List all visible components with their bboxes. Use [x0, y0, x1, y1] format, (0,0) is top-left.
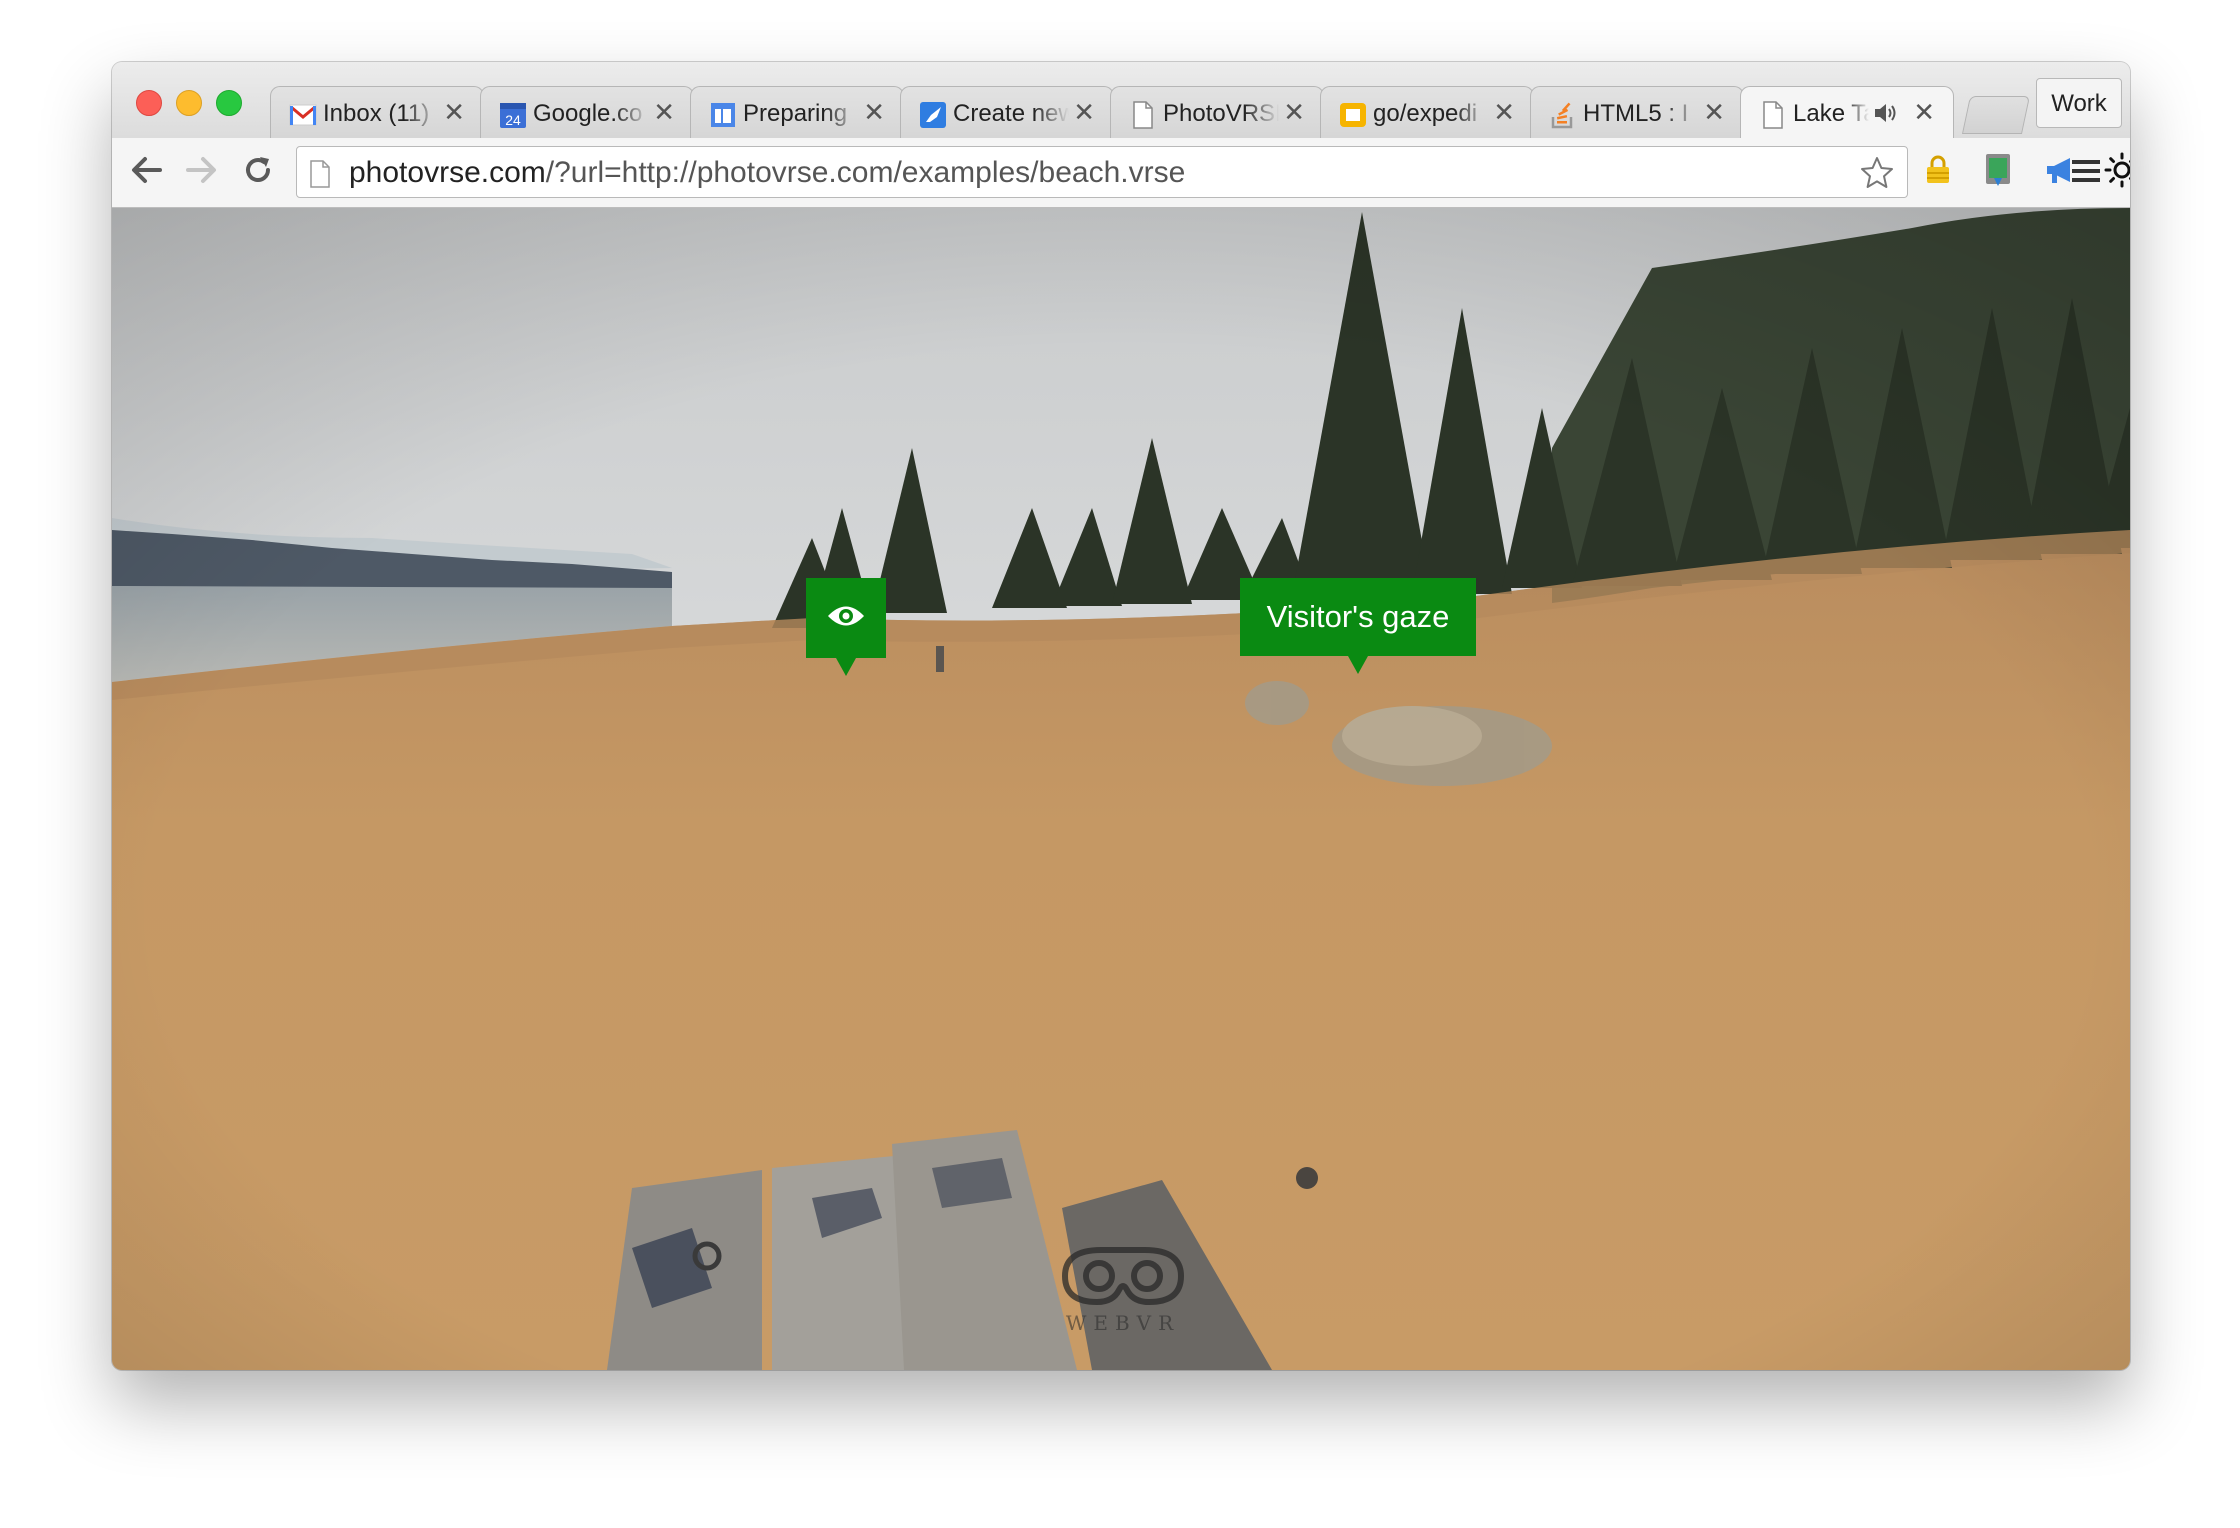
tab-close-button[interactable]: ✕: [443, 97, 465, 127]
close-window-button[interactable]: [136, 90, 162, 116]
profile-button[interactable]: Work: [2036, 78, 2122, 128]
extension-screenshot-button[interactable]: [1978, 152, 2018, 192]
address-bar[interactable]: photovrse.com/?url=http://photovrse.com/…: [296, 146, 1908, 198]
webvr-label: WEBVR: [1065, 1311, 1181, 1335]
hamburger-menu-icon: [2070, 157, 2102, 190]
minimize-window-button[interactable]: [176, 90, 202, 116]
sun-icon: [2104, 152, 2130, 193]
vignette: [112, 208, 2130, 1370]
tab-photovrse[interactable]: PhotoVRSE ✕: [1110, 86, 1324, 138]
tab-title: PhotoVRSE: [1163, 100, 1279, 127]
calendar-icon: 24: [499, 101, 527, 129]
tab-strip: Inbox (11) ✕ 24 Google.co ✕ Preparing ✕: [270, 86, 1970, 138]
calendar-badge: 24: [505, 112, 521, 128]
extension-lock-button[interactable]: [1918, 152, 1958, 192]
tab-preparing[interactable]: Preparing ✕: [690, 86, 904, 138]
stackoverflow-icon: [1549, 101, 1577, 129]
lock-icon: [1924, 155, 1952, 190]
tab-title: HTML5 : I: [1583, 100, 1689, 127]
panorama-scene[interactable]: [112, 208, 2130, 1370]
tab-title: Google.co: [533, 100, 643, 127]
tab-lake-tahoe[interactable]: Lake Ta ✕: [1740, 86, 1954, 138]
arrow-right-icon: [185, 155, 219, 190]
tab-close-button[interactable]: ✕: [1073, 97, 1095, 127]
url-host: photovrse.com: [349, 156, 546, 189]
forward-button[interactable]: [182, 152, 222, 192]
tab-title: Lake Ta: [1793, 100, 1869, 127]
page-icon: [1129, 101, 1157, 129]
tab-close-button[interactable]: ✕: [1703, 97, 1725, 127]
url-text[interactable]: photovrse.com/?url=http://photovrse.com/…: [349, 156, 1185, 190]
slides-icon: [709, 101, 737, 129]
bookmark-star-icon[interactable]: [1859, 155, 1895, 196]
vr-viewer[interactable]: Visitor's gaze WEBVR: [112, 208, 2130, 1370]
new-tab-button[interactable]: [1961, 96, 2031, 134]
browser-window: Inbox (11) ✕ 24 Google.co ✕ Preparing ✕: [112, 62, 2130, 1370]
back-button[interactable]: [126, 152, 166, 192]
page-icon: [1759, 101, 1787, 129]
tab-close-button[interactable]: ✕: [1283, 97, 1305, 127]
shortlink-icon: [1339, 101, 1367, 129]
reload-icon: [242, 154, 274, 191]
tab-create-new[interactable]: Create new ✕: [900, 86, 1114, 138]
screenshot-icon: [1982, 152, 2014, 193]
gmail-icon: [289, 101, 317, 129]
tab-html5[interactable]: HTML5 : I ✕: [1530, 86, 1744, 138]
eye-icon: [826, 603, 866, 634]
reload-button[interactable]: [238, 152, 278, 192]
page-icon: [309, 160, 331, 193]
toolbar: photovrse.com/?url=http://photovrse.com/…: [112, 138, 2130, 208]
tab-go-expedi[interactable]: go/expedi ✕: [1320, 86, 1534, 138]
rocket-icon: [919, 101, 947, 129]
url-path: /?url=http://photovrse.com/examples/beac…: [545, 156, 1186, 189]
hotspot-visitor-gaze[interactable]: Visitor's gaze: [1240, 578, 1476, 674]
tab-close-button[interactable]: ✕: [1913, 97, 1935, 127]
tab-close-button[interactable]: ✕: [863, 97, 885, 127]
chrome-menu-button[interactable]: [2066, 153, 2106, 193]
tab-title: Create new: [953, 100, 1069, 127]
speaker-icon[interactable]: [1873, 102, 1899, 129]
title-bar: Inbox (11) ✕ 24 Google.co ✕ Preparing ✕: [112, 62, 2130, 138]
tab-title: Preparing: [743, 100, 848, 127]
webvr-button[interactable]: WEBVR: [1060, 1244, 1186, 1335]
hotspot-eye-marker[interactable]: [806, 578, 886, 676]
tab-close-button[interactable]: ✕: [1493, 97, 1515, 127]
extension-brightness-button[interactable]: [2102, 152, 2130, 192]
zoom-window-button[interactable]: [216, 90, 242, 116]
tab-close-button[interactable]: ✕: [653, 97, 675, 127]
vr-headset-icon: [1061, 1247, 1185, 1312]
arrow-left-icon: [129, 155, 163, 190]
tab-title: Inbox (11): [323, 100, 430, 127]
tab-title: go/expedi: [1373, 100, 1478, 127]
tab-inbox[interactable]: Inbox (11) ✕: [270, 86, 484, 138]
tab-google-calendar[interactable]: 24 Google.co ✕: [480, 86, 694, 138]
